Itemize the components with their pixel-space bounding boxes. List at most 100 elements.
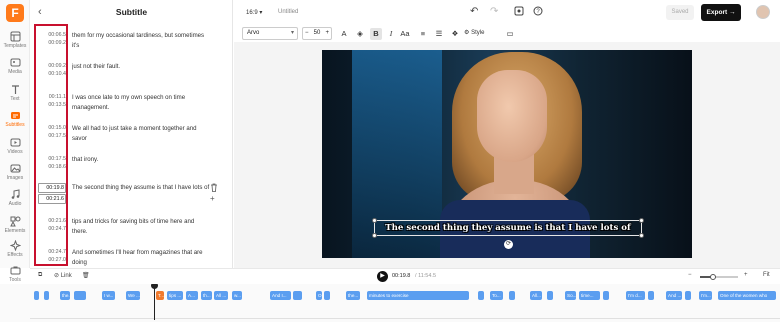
start-time-input[interactable]: 00:19.8 bbox=[38, 183, 66, 193]
rail-templates[interactable]: Templates bbox=[0, 31, 30, 55]
saved-button[interactable]: Saved bbox=[666, 5, 694, 20]
rail-text[interactable]: Text bbox=[0, 84, 30, 108]
link-button[interactable]: ⊘ Link bbox=[54, 272, 72, 279]
resize-handle[interactable] bbox=[639, 218, 644, 223]
timeline-clip[interactable] bbox=[603, 291, 609, 300]
play-button[interactable]: ▶ bbox=[377, 271, 388, 282]
timeline-clip[interactable]: I w... bbox=[102, 291, 115, 300]
end-time[interactable]: 00:24.7 bbox=[38, 226, 66, 232]
subtitle-text[interactable]: I was once late to my own speech on time… bbox=[72, 93, 210, 113]
timeline-clip[interactable] bbox=[547, 291, 553, 300]
timeline-clip[interactable]: All... bbox=[530, 291, 542, 300]
timeline-clip-selected[interactable]: T... bbox=[156, 291, 164, 300]
aspect-ratio-select[interactable]: 16:9 ▾ bbox=[246, 9, 262, 16]
timeline-clip[interactable] bbox=[324, 291, 330, 300]
fit-button[interactable]: Fit bbox=[763, 272, 770, 278]
playhead[interactable] bbox=[154, 284, 155, 320]
timeline-clip[interactable]: So... bbox=[565, 291, 576, 300]
timeline-clip[interactable] bbox=[509, 291, 515, 300]
start-time[interactable]: 00:06.5 bbox=[38, 32, 66, 38]
trash-icon[interactable] bbox=[210, 183, 218, 194]
rail-media[interactable]: Media bbox=[0, 57, 30, 81]
rail-subtitles[interactable]: Subtitles bbox=[0, 110, 30, 134]
timeline-clip[interactable] bbox=[685, 291, 691, 300]
zoom-slider[interactable] bbox=[700, 274, 738, 280]
split-icon[interactable]: ⧉ bbox=[38, 272, 42, 279]
end-time[interactable]: 00:10.4 bbox=[38, 71, 66, 77]
italic-button[interactable]: I bbox=[385, 28, 397, 40]
add-icon[interactable]: + bbox=[210, 194, 215, 203]
timeline-clip[interactable] bbox=[74, 291, 86, 300]
resize-handle[interactable] bbox=[372, 218, 377, 223]
style-button[interactable]: ⚙ Style bbox=[464, 29, 484, 36]
timeline-clip[interactable]: To... bbox=[490, 291, 503, 300]
video-preview[interactable]: The second thing they assume is that I h… bbox=[322, 50, 692, 258]
timeline-clip[interactable]: time... bbox=[579, 291, 600, 300]
subtitle-text[interactable]: them for my occasional tardiness, but so… bbox=[72, 31, 210, 51]
resize-handle[interactable] bbox=[372, 233, 377, 238]
timeline-clip[interactable]: All ... bbox=[214, 291, 228, 300]
subtitle-text[interactable]: that irony. bbox=[72, 155, 210, 165]
caption-text[interactable]: The second thing they assume is that I h… bbox=[375, 221, 641, 235]
timeline-clip[interactable] bbox=[44, 291, 49, 300]
redo-icon[interactable]: ↷ bbox=[490, 6, 498, 17]
preview-icon[interactable] bbox=[514, 6, 524, 19]
timeline-clip[interactable] bbox=[478, 291, 484, 300]
project-name[interactable]: Untitled bbox=[278, 9, 298, 15]
start-time[interactable]: 00:17.5 bbox=[38, 156, 66, 162]
avatar[interactable] bbox=[756, 5, 770, 19]
start-time[interactable]: 00:09.2 bbox=[38, 63, 66, 69]
caption-text-box[interactable]: The second thing they assume is that I h… bbox=[372, 218, 644, 238]
timeline-clip[interactable]: And ... bbox=[666, 291, 682, 300]
export-button[interactable]: Export → bbox=[701, 4, 741, 21]
spacing-icon[interactable]: ☰ bbox=[433, 28, 445, 40]
subtitle-text[interactable]: just not their fault. bbox=[72, 62, 210, 72]
timeline-clip[interactable]: O... bbox=[316, 291, 322, 300]
end-time[interactable]: 00:18.6 bbox=[38, 164, 66, 170]
zoom-out-icon[interactable]: − bbox=[688, 272, 692, 278]
plus-icon[interactable]: + bbox=[325, 28, 329, 39]
timeline-clip[interactable]: the... bbox=[346, 291, 360, 300]
timeline-clip[interactable]: We ... bbox=[126, 291, 140, 300]
timeline-clip[interactable]: One of the women who bbox=[718, 291, 776, 300]
zoom-in-icon[interactable]: + bbox=[744, 272, 748, 278]
timeline[interactable]: the...I w...We ...T...tips ...A...th...A… bbox=[0, 284, 780, 322]
timeline-clip[interactable]: tips ... bbox=[167, 291, 183, 300]
rail-audio[interactable]: Audio bbox=[0, 189, 30, 213]
zoom-slider-knob[interactable] bbox=[710, 274, 717, 280]
undo-icon[interactable]: ↶ bbox=[470, 6, 478, 17]
start-time[interactable]: 00:11.1 bbox=[38, 94, 66, 100]
rail-effects[interactable]: Effects bbox=[0, 240, 30, 264]
start-time[interactable]: 00:21.6 bbox=[38, 218, 66, 224]
text-color-button[interactable]: A bbox=[338, 28, 350, 40]
bold-button[interactable]: B bbox=[370, 28, 382, 40]
start-time[interactable]: 00:24.7 bbox=[38, 249, 66, 255]
end-time[interactable]: 00:09.2 bbox=[38, 40, 66, 46]
timeline-clip[interactable] bbox=[648, 291, 654, 300]
timeline-clip[interactable]: the... bbox=[60, 291, 70, 300]
end-time[interactable]: 00:17.5 bbox=[38, 133, 66, 139]
timeline-clip[interactable]: I'm... bbox=[699, 291, 712, 300]
end-time-input[interactable]: 00:21.6 bbox=[38, 194, 66, 204]
timeline-clip[interactable] bbox=[34, 291, 39, 300]
minus-icon[interactable]: − bbox=[305, 28, 309, 39]
timeline-clip[interactable]: th... bbox=[201, 291, 212, 300]
end-time[interactable]: 00:13.5 bbox=[38, 102, 66, 108]
delete-icon[interactable]: 🗑 bbox=[82, 272, 90, 279]
end-time[interactable]: 00:27.0 bbox=[38, 257, 66, 263]
subtitle-text[interactable]: We all had to just take a moment togethe… bbox=[72, 124, 210, 144]
timeline-clip[interactable]: I'm d... bbox=[626, 291, 645, 300]
timeline-clip[interactable]: A... bbox=[186, 291, 198, 300]
rail-images[interactable]: Images bbox=[0, 163, 30, 187]
subtitle-text[interactable]: And sometimes I'll hear from magazines t… bbox=[72, 248, 210, 268]
case-button[interactable]: Aa bbox=[399, 28, 411, 40]
font-family-select[interactable]: Arvo ▾ bbox=[242, 27, 298, 40]
rail-elements[interactable]: Elements bbox=[0, 216, 30, 240]
rail-videos[interactable]: Videos bbox=[0, 137, 30, 161]
resize-handle[interactable] bbox=[639, 233, 644, 238]
timeline-clip[interactable]: w... bbox=[232, 291, 242, 300]
timeline-clip[interactable]: minutes to exercise bbox=[367, 291, 469, 300]
help-icon[interactable]: ? bbox=[533, 6, 543, 19]
rotate-icon[interactable]: ⟳ bbox=[504, 240, 513, 249]
subtitle-text[interactable]: The second thing they assume is that I h… bbox=[72, 183, 210, 193]
